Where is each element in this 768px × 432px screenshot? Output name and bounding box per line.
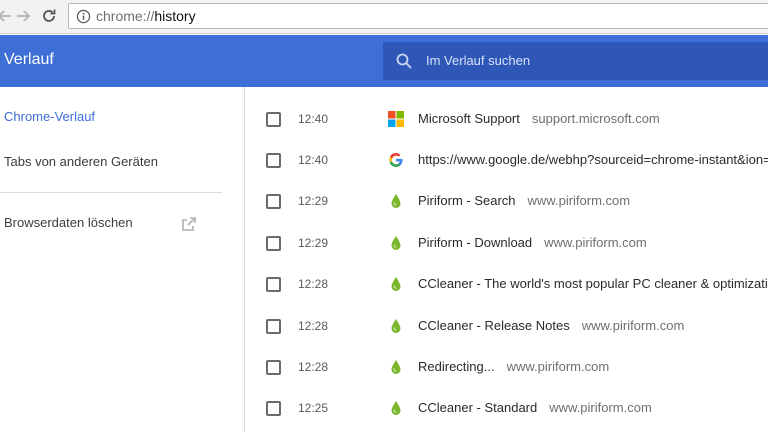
address-bar[interactable]: chrome://history — [68, 3, 768, 29]
piriform-icon — [388, 235, 404, 251]
piriform-icon — [388, 359, 404, 375]
piriform-icon — [388, 193, 404, 209]
reload-icon — [43, 9, 56, 22]
entry-domain: www.piriform.com — [581, 318, 685, 333]
row-checkbox[interactable] — [266, 319, 281, 334]
search-placeholder: Im Verlauf suchen — [426, 53, 531, 68]
entry-title: Redirecting... — [418, 359, 495, 374]
history-entry-link[interactable]: CCleaner - Standard www.piriform.com — [418, 400, 652, 415]
entry-domain: support.microsoft.com — [531, 111, 660, 126]
search-icon — [396, 53, 412, 69]
entry-title: Piriform - Search — [418, 193, 516, 208]
piriform-icon — [388, 276, 404, 292]
history-entry-link[interactable]: Piriform - Search www.piriform.com — [418, 193, 630, 208]
history-entry-link[interactable]: https://www.google.de/webhp?sourceid=chr… — [418, 152, 768, 167]
history-row[interactable]: 12:40 Microsoft Support support.microsoft.… — [245, 99, 768, 140]
microsoft-icon — [388, 111, 404, 127]
entry-title: https://www.google.de/webhp?sourceid=chr… — [418, 152, 768, 167]
visit-time: 12:40 — [298, 112, 329, 126]
history-row[interactable]: 12:28 CCleaner - Release Notes www.pirifor… — [245, 306, 768, 347]
row-checkbox[interactable] — [266, 112, 281, 127]
page-title: Verlauf — [4, 51, 54, 68]
sidebar-divider — [0, 192, 222, 193]
visit-time: 12:25 — [298, 401, 329, 415]
entry-domain: www.piriform.com — [549, 400, 652, 415]
reload-button[interactable] — [38, 5, 60, 27]
forward-button[interactable] — [12, 5, 34, 27]
row-checkbox[interactable] — [266, 236, 281, 251]
sidebar-item-chrome-history[interactable]: Chrome-Verlauf — [4, 109, 95, 124]
visit-time: 12:28 — [298, 319, 329, 333]
sidebar-item-clear-browsing-data[interactable]: Browserdaten löschen — [4, 215, 133, 230]
browser-toolbar: chrome://history — [0, 0, 768, 34]
history-header: Verlauf Im Verlauf suchen — [0, 35, 768, 87]
visit-time: 12:29 — [298, 236, 329, 250]
entry-domain: www.piriform.com — [527, 193, 631, 208]
search-input[interactable]: Im Verlauf suchen — [383, 42, 768, 80]
entry-title: Microsoft Support — [418, 111, 520, 126]
open-in-new-icon[interactable] — [180, 215, 198, 233]
history-entry-link[interactable]: CCleaner - The world's most popular PC c… — [418, 276, 768, 291]
history-entry-link[interactable]: CCleaner - Release Notes www.piriform.com — [418, 318, 684, 333]
visit-time: 12:28 — [298, 277, 329, 291]
history-entry-link[interactable]: Redirecting... www.piriform.com — [418, 359, 609, 374]
entry-title: CCleaner - The world's most popular PC c… — [418, 276, 768, 291]
visit-time: 12:28 — [298, 360, 329, 374]
entry-domain: www.piriform.com — [506, 359, 610, 374]
history-row[interactable]: 12:28 CCleaner - The world's most popular… — [245, 264, 768, 305]
entry-title: CCleaner - Standard — [418, 400, 538, 415]
url-text: chrome://history — [96, 8, 196, 24]
arrow-right-icon — [17, 10, 31, 22]
sidebar-item-other-devices[interactable]: Tabs von anderen Geräten — [4, 154, 158, 169]
history-row[interactable]: 12:28 Redirecting... www.piriform.com — [245, 347, 768, 388]
entry-title: CCleaner - Release Notes — [418, 318, 570, 333]
entry-title: Piriform - Download — [418, 235, 533, 250]
row-checkbox[interactable] — [266, 401, 281, 416]
history-row[interactable]: 12:29 Piriform - Search www.piriform.com — [245, 181, 768, 222]
history-row[interactable]: 12:29 Piriform - Download www.piriform.com — [245, 223, 768, 264]
history-entry-link[interactable]: Piriform - Download www.piriform.com — [418, 235, 647, 250]
row-checkbox[interactable] — [266, 194, 281, 209]
piriform-icon — [388, 400, 404, 416]
entry-domain: www.piriform.com — [544, 235, 647, 250]
history-row[interactable]: 12:25 CCleaner - Standard www.piriform.com — [245, 388, 768, 429]
row-checkbox[interactable] — [266, 153, 281, 168]
history-entry-link[interactable]: Microsoft Support support.microsoft.com — [418, 111, 660, 126]
row-checkbox[interactable] — [266, 277, 281, 292]
google-icon — [388, 152, 404, 168]
visit-time: 12:29 — [298, 194, 329, 208]
history-list: 12:40 Microsoft Support support.microsoft.… — [244, 87, 768, 432]
sidebar: Chrome-Verlauf Tabs von anderen Geräten … — [0, 87, 244, 432]
piriform-icon — [388, 318, 404, 334]
history-row[interactable]: 12:40 https://www.google.de/webhp?sourcei… — [245, 140, 768, 181]
visit-time: 12:40 — [298, 153, 329, 167]
info-icon[interactable] — [76, 9, 91, 24]
row-checkbox[interactable] — [266, 360, 281, 375]
